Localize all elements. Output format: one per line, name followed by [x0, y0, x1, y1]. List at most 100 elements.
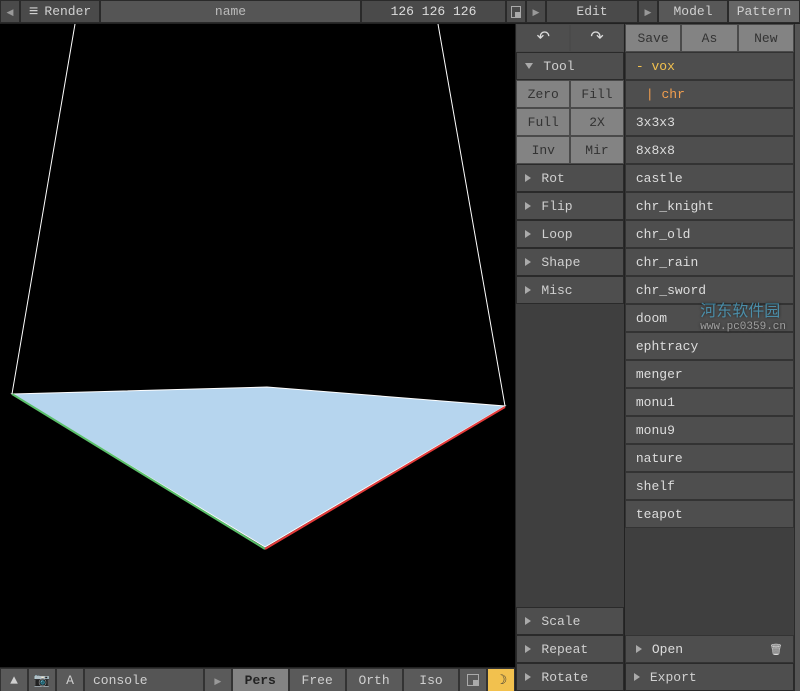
- top-toolbar: Render name 126 126 126 Edit Model Patte…: [0, 0, 800, 24]
- a-button[interactable]: A: [56, 668, 84, 691]
- model-tree: - vox | chr 3x3x38x8x8castlechr_knightch…: [625, 52, 794, 635]
- tree-item[interactable]: monu9: [625, 416, 794, 444]
- tree-item[interactable]: 3x3x3: [625, 108, 794, 136]
- fit-button[interactable]: [506, 0, 526, 23]
- tree-item[interactable]: chr_old: [625, 220, 794, 248]
- misc-section[interactable]: Misc: [516, 276, 623, 304]
- chevron-left-icon: [7, 5, 14, 18]
- tree-item[interactable]: monu1: [625, 388, 794, 416]
- 2x-button[interactable]: 2X: [570, 108, 624, 136]
- flip-section[interactable]: Flip: [516, 192, 623, 220]
- tree-item[interactable]: ephtracy: [625, 332, 794, 360]
- tool-header-label: Tool: [543, 59, 574, 74]
- free-view-button[interactable]: Free: [289, 668, 346, 691]
- edit-button[interactable]: Edit: [546, 0, 638, 23]
- chevron-right-icon: [525, 258, 531, 266]
- rot-section[interactable]: Rot: [516, 164, 623, 192]
- grid-icon: [467, 674, 479, 686]
- render-button[interactable]: Render: [20, 0, 100, 23]
- chevron-right-icon: [525, 202, 531, 210]
- model-name-field[interactable]: name: [100, 0, 361, 23]
- chevron-right-icon: [214, 674, 221, 687]
- chevron-right-icon: [533, 5, 540, 18]
- chevron-right-icon: [525, 673, 531, 681]
- tree-item[interactable]: menger: [625, 360, 794, 388]
- inv-button[interactable]: Inv: [516, 136, 570, 164]
- right-scrollbar[interactable]: [794, 24, 800, 691]
- open-row[interactable]: Open: [625, 635, 794, 663]
- rot-label: Rot: [541, 171, 564, 186]
- misc-label: Misc: [541, 283, 572, 298]
- chevron-right-icon: [645, 5, 652, 18]
- mir-button[interactable]: Mir: [570, 136, 624, 164]
- rotate-section[interactable]: Rotate: [516, 663, 623, 691]
- up-button[interactable]: ▲: [0, 668, 28, 691]
- chevron-right-icon: [636, 645, 642, 653]
- tree-item[interactable]: doom: [625, 304, 794, 332]
- tree-child-chr[interactable]: | chr: [625, 80, 794, 108]
- fit-icon: [511, 6, 521, 18]
- pers-view-button[interactable]: Pers: [232, 668, 289, 691]
- grid-toggle-button[interactable]: [459, 668, 487, 691]
- repeat-section[interactable]: Repeat: [516, 635, 623, 663]
- chevron-right-icon: [525, 286, 531, 294]
- tree-item[interactable]: castle: [625, 164, 794, 192]
- save-button[interactable]: Save: [625, 24, 681, 52]
- hamburger-icon: [29, 4, 39, 20]
- chevron-right-icon: [525, 230, 531, 238]
- redo-button[interactable]: [570, 24, 624, 52]
- chevron-right-icon: [525, 174, 531, 182]
- export-label: Export: [650, 670, 697, 685]
- tab-model[interactable]: Model: [658, 0, 728, 23]
- chevron-down-icon: [525, 63, 533, 69]
- full-button[interactable]: Full: [516, 108, 570, 136]
- zero-button[interactable]: Zero: [516, 80, 570, 108]
- bottom-toolbar: ▲ 📷 A console Pers Free Orth Iso ☽: [0, 667, 515, 691]
- tree-item[interactable]: shelf: [625, 472, 794, 500]
- orth-view-button[interactable]: Orth: [346, 668, 403, 691]
- undo-button[interactable]: [516, 24, 570, 52]
- console-input[interactable]: console: [84, 668, 204, 691]
- render-label: Render: [44, 4, 91, 19]
- dimensions-display[interactable]: 126 126 126: [361, 0, 506, 23]
- redo-icon: [590, 30, 603, 46]
- loop-section[interactable]: Loop: [516, 220, 623, 248]
- light-toggle-button[interactable]: ☽: [487, 668, 515, 691]
- open-label: Open: [652, 642, 683, 657]
- loop-label: Loop: [541, 227, 572, 242]
- iso-view-button[interactable]: Iso: [403, 668, 460, 691]
- tree-item[interactable]: teapot: [625, 500, 794, 528]
- tool-section-header[interactable]: Tool: [516, 52, 623, 80]
- repeat-label: Repeat: [541, 642, 588, 657]
- tree-item[interactable]: chr_knight: [625, 192, 794, 220]
- trash-icon[interactable]: [769, 642, 783, 657]
- model-browser-panel: Save As New - vox | chr 3x3x38x8x8castle…: [625, 24, 794, 691]
- camera-icon: 📷: [34, 673, 50, 688]
- tool-panel: Tool Zero Fill Full 2X Inv Mir Rot Flip …: [515, 24, 624, 691]
- viewport-3d[interactable]: [0, 24, 515, 667]
- shape-label: Shape: [541, 255, 580, 270]
- camera-button[interactable]: 📷: [28, 668, 56, 691]
- save-as-button[interactable]: As: [681, 24, 737, 52]
- tree-item[interactable]: nature: [625, 444, 794, 472]
- collapse-left-button[interactable]: [0, 0, 20, 23]
- new-button[interactable]: New: [738, 24, 794, 52]
- rotate-label: Rotate: [541, 670, 588, 685]
- console-expand-button[interactable]: [204, 668, 232, 691]
- tree-item[interactable]: chr_rain: [625, 248, 794, 276]
- tab-pattern[interactable]: Pattern: [728, 0, 800, 23]
- chevron-right-icon: [525, 645, 531, 653]
- chevron-right-icon: [634, 673, 640, 681]
- tree-item[interactable]: 8x8x8: [625, 136, 794, 164]
- chevron-right-icon: [525, 617, 531, 625]
- expand-mid-button[interactable]: [526, 0, 546, 23]
- tree-item[interactable]: chr_sword: [625, 276, 794, 304]
- fill-button[interactable]: Fill: [570, 80, 624, 108]
- scale-label: Scale: [541, 614, 580, 629]
- scale-section[interactable]: Scale: [516, 607, 623, 635]
- shape-section[interactable]: Shape: [516, 248, 623, 276]
- tree-root-vox[interactable]: - vox: [625, 52, 794, 80]
- expand-right-button[interactable]: [638, 0, 658, 23]
- export-row[interactable]: Export: [625, 663, 794, 691]
- undo-icon: [537, 30, 550, 46]
